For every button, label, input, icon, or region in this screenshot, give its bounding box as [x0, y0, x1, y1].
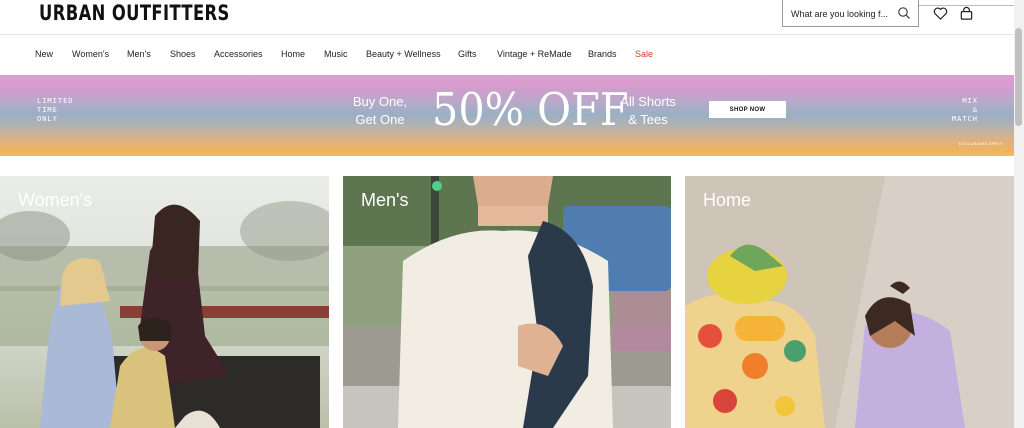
nav-item-shoes[interactable]: Shoes: [170, 49, 196, 59]
main-nav: New Women's Men's Shoes Accessories Home…: [0, 35, 1014, 73]
nav-item-gifts[interactable]: Gifts: [458, 49, 477, 59]
banner-mix-match-text: MIX & MATCH: [951, 97, 978, 123]
promo-banner[interactable]: LIMITED TIME ONLY Buy One, Get One 50% O…: [0, 75, 1014, 156]
search-input[interactable]: [791, 8, 891, 20]
site-header: URBAN OUTFITTERS: [0, 0, 1024, 34]
tile-label-mens: Men's: [361, 190, 409, 210]
scrollbar-thumb[interactable]: [1015, 28, 1022, 126]
mens-tile-image: [343, 176, 671, 428]
tile-label-home: Home: [703, 190, 752, 210]
nav-item-music[interactable]: Music: [324, 49, 348, 59]
home-tile-image: [685, 176, 1014, 428]
banner-offer-left: Buy One, Get One: [352, 94, 408, 127]
nav-item-vintage-remade[interactable]: Vintage + ReMade: [497, 49, 572, 59]
nav-item-new[interactable]: New: [35, 49, 53, 59]
category-tile-mens[interactable]: Men's: [343, 176, 671, 428]
bag-icon[interactable]: [959, 6, 974, 21]
tile-label-womens: Women's: [18, 190, 93, 210]
category-tile-womens[interactable]: Women's: [0, 176, 329, 428]
site-logo[interactable]: URBAN OUTFITTERS: [39, 1, 230, 25]
nav-item-accessories[interactable]: Accessories: [214, 49, 263, 59]
search-icon[interactable]: [897, 6, 911, 20]
banner-exclusions-text: EXCLUSIONS APPLY: [958, 141, 1003, 146]
banner-limited-time-text: LIMITED TIME ONLY: [37, 97, 74, 123]
nav-item-beauty-wellness[interactable]: Beauty + Wellness: [366, 49, 441, 59]
banner-offer-right: All Shorts & Tees: [620, 94, 676, 127]
nav-item-sale[interactable]: Sale: [635, 49, 653, 59]
shop-now-button[interactable]: SHOP NOW: [709, 101, 786, 118]
nav-item-womens[interactable]: Women's: [72, 49, 109, 59]
heart-icon[interactable]: [933, 6, 948, 21]
nav-item-brands[interactable]: Brands: [588, 49, 617, 59]
nav-item-home[interactable]: Home: [281, 49, 305, 59]
nav-item-mens[interactable]: Men's: [127, 49, 151, 59]
banner-offer-headline: 50% OFF: [432, 83, 629, 136]
womens-tile-image: [0, 176, 329, 428]
search-box[interactable]: [782, 0, 919, 27]
page-scrollbar[interactable]: [1014, 0, 1024, 428]
category-tile-home[interactable]: Home: [685, 176, 1014, 428]
